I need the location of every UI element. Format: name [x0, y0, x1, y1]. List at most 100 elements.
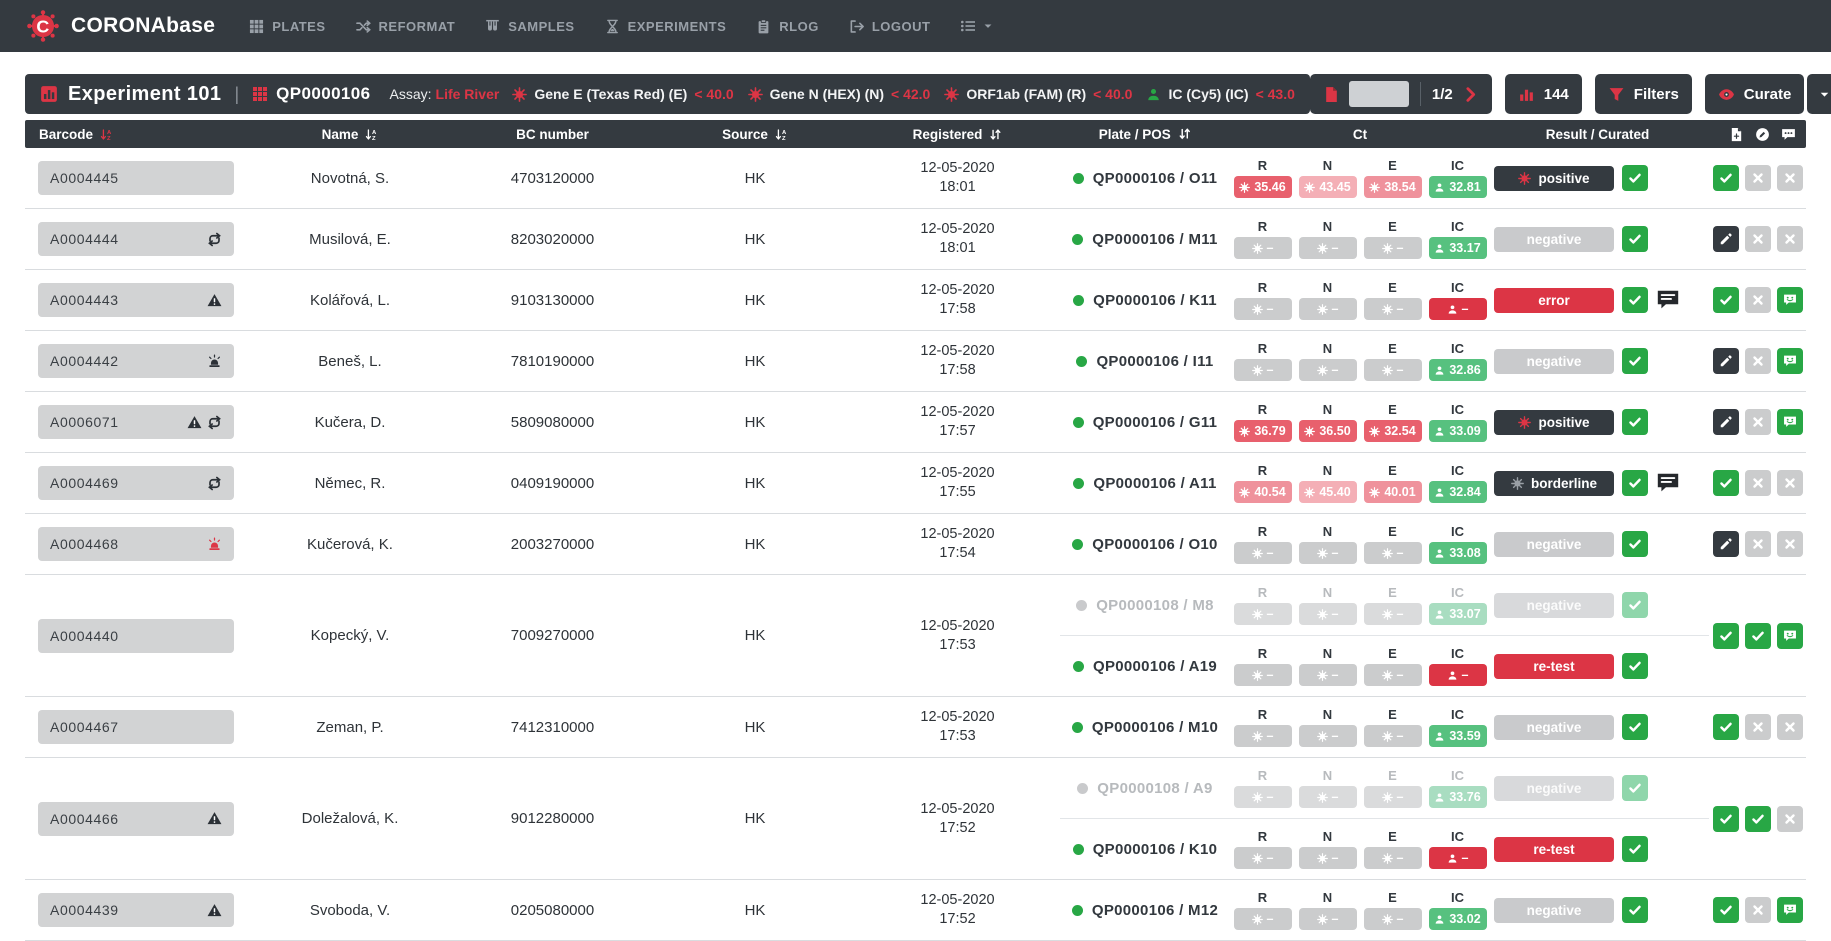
curate-dropdown-button[interactable]	[1807, 74, 1831, 114]
action-x-button[interactable]	[1745, 287, 1771, 313]
curate-button[interactable]: Curate	[1705, 74, 1805, 114]
action-pencil-button[interactable]	[1713, 531, 1739, 557]
curated-check-button[interactable]	[1622, 226, 1648, 252]
action-check-button[interactable]	[1713, 287, 1739, 313]
person-icon	[1434, 182, 1445, 193]
plate-pos-link[interactable]: QP0000106 / M10	[1060, 719, 1230, 736]
column-header-plate-pos[interactable]: Plate / POS	[1060, 127, 1230, 142]
action-check-button[interactable]	[1713, 897, 1739, 923]
action-check-button[interactable]	[1713, 470, 1739, 496]
action-x-button[interactable]	[1745, 470, 1771, 496]
barcode-pill[interactable]: A0004439	[38, 893, 234, 927]
barcode-pill[interactable]: A0004469	[38, 466, 234, 500]
nav-item-samples[interactable]: SAMPLES	[485, 19, 574, 34]
action-check-button[interactable]	[1745, 806, 1771, 832]
plate-pos-link[interactable]: QP0000106 / G11	[1060, 414, 1230, 431]
curated-check-button[interactable]	[1622, 592, 1648, 618]
curated-check-button[interactable]	[1622, 165, 1648, 191]
curated-check-button[interactable]	[1622, 409, 1648, 435]
curated-check-button[interactable]	[1622, 714, 1648, 740]
barcode-pill[interactable]: A0004440	[38, 619, 234, 653]
curated-check-button[interactable]	[1622, 531, 1648, 557]
action-smile-button[interactable]	[1777, 348, 1803, 374]
action-pencil-button[interactable]	[1713, 409, 1739, 435]
virus-icon	[1382, 914, 1393, 925]
comment-icon[interactable]	[1656, 288, 1680, 312]
plate-pos-link[interactable]: QP0000106 / K10	[1060, 841, 1230, 858]
ct-pill: –	[1234, 542, 1292, 564]
plate-pos-link[interactable]: QP0000106 / I11	[1060, 353, 1230, 370]
action-x-button[interactable]	[1777, 226, 1803, 252]
action-x-button[interactable]	[1745, 409, 1771, 435]
action-x-button[interactable]	[1777, 806, 1803, 832]
column-header-name[interactable]: NameAZ	[250, 127, 450, 142]
column-header-registered[interactable]: Registered	[855, 127, 1060, 142]
barcode-pill[interactable]: A0004445	[38, 161, 234, 195]
action-x-button[interactable]	[1777, 714, 1803, 740]
action-pencil-button[interactable]	[1713, 226, 1739, 252]
chevron-right-icon[interactable]	[1462, 86, 1479, 103]
ct-channel-label: R	[1258, 280, 1267, 295]
nav-item-reformat[interactable]: REFORMAT	[356, 19, 456, 34]
action-x-button[interactable]	[1745, 348, 1771, 374]
comment-icon[interactable]	[1656, 471, 1680, 495]
plate-pos-link[interactable]: QP0000106 / O10	[1060, 536, 1230, 553]
action-check-button[interactable]	[1745, 623, 1771, 649]
plate-pos-link[interactable]: QP0000106 / M12	[1060, 902, 1230, 919]
barcode-pill[interactable]: A0004443	[38, 283, 234, 317]
nav-more-menu[interactable]	[960, 18, 993, 34]
barcode-pill[interactable]: A0004444	[38, 222, 234, 256]
plate-pos-link[interactable]: QP0000106 / A19	[1060, 658, 1230, 675]
action-check-button[interactable]	[1713, 623, 1739, 649]
nav-item-rlog[interactable]: RLOG	[756, 19, 819, 34]
experiment-plate-link[interactable]: QP0000106	[252, 84, 370, 104]
plate-pos-link[interactable]: QP0000106 / A11	[1060, 475, 1230, 492]
barcode-pill[interactable]: A0004467	[38, 710, 234, 744]
action-smile-button[interactable]	[1777, 623, 1803, 649]
curated-check-button[interactable]	[1622, 897, 1648, 923]
action-smile-button[interactable]	[1777, 897, 1803, 923]
barcode-pill[interactable]: A0004466	[38, 802, 234, 836]
curated-check-button[interactable]	[1622, 287, 1648, 313]
action-x-button[interactable]	[1745, 226, 1771, 252]
barcode-pill[interactable]: A0004468	[38, 527, 234, 561]
action-smile-button[interactable]	[1777, 409, 1803, 435]
curated-check-button[interactable]	[1622, 470, 1648, 496]
column-header-source[interactable]: SourceAZ	[655, 127, 855, 142]
entries-cell: QP0000106 / O11R35.46N43.45E38.54IC32.81…	[1060, 148, 1709, 208]
plate-pos-link[interactable]: QP0000108 / M8	[1060, 597, 1230, 614]
column-header-barcode[interactable]: BarcodeAZ	[25, 127, 250, 142]
barcode-pill[interactable]: A0004442	[38, 344, 234, 378]
plate-pos-link[interactable]: QP0000106 / M11	[1060, 231, 1230, 248]
action-x-button[interactable]	[1745, 897, 1771, 923]
curated-check-button[interactable]	[1622, 775, 1648, 801]
action-x-button[interactable]	[1745, 531, 1771, 557]
nav-item-experiments[interactable]: EXPERIMENTS	[605, 19, 727, 34]
filters-button[interactable]: Filters	[1595, 74, 1692, 114]
result-badge: re-test	[1494, 654, 1614, 679]
curated-check-button[interactable]	[1622, 653, 1648, 679]
action-x-button[interactable]	[1745, 165, 1771, 191]
action-pencil-button[interactable]	[1713, 348, 1739, 374]
action-x-button[interactable]	[1777, 470, 1803, 496]
sample-count-button[interactable]: 144	[1505, 74, 1582, 114]
plate-pos-link[interactable]: QP0000108 / A9	[1060, 780, 1230, 797]
curated-check-button[interactable]	[1622, 836, 1648, 862]
action-x-button[interactable]	[1777, 531, 1803, 557]
plate-pos-link[interactable]: QP0000106 / O11	[1060, 170, 1230, 187]
action-smile-button[interactable]	[1777, 287, 1803, 313]
action-check-button[interactable]	[1713, 714, 1739, 740]
nav-item-plates[interactable]: PLATES	[249, 19, 325, 34]
curated-check-button[interactable]	[1622, 348, 1648, 374]
action-x-button[interactable]	[1777, 165, 1803, 191]
barcode-pill[interactable]: A0006071	[38, 405, 234, 439]
action-check-button[interactable]	[1713, 165, 1739, 191]
nav-item-logout[interactable]: LOGOUT	[849, 19, 931, 34]
plate-status-dot	[1073, 295, 1084, 306]
action-x-button[interactable]	[1745, 714, 1771, 740]
page-input[interactable]	[1349, 81, 1409, 107]
virus-icon	[1239, 426, 1250, 437]
action-check-button[interactable]	[1713, 806, 1739, 832]
plate-pos-link[interactable]: QP0000106 / K11	[1060, 292, 1230, 309]
pagination-control[interactable]: 1/2	[1310, 74, 1492, 114]
